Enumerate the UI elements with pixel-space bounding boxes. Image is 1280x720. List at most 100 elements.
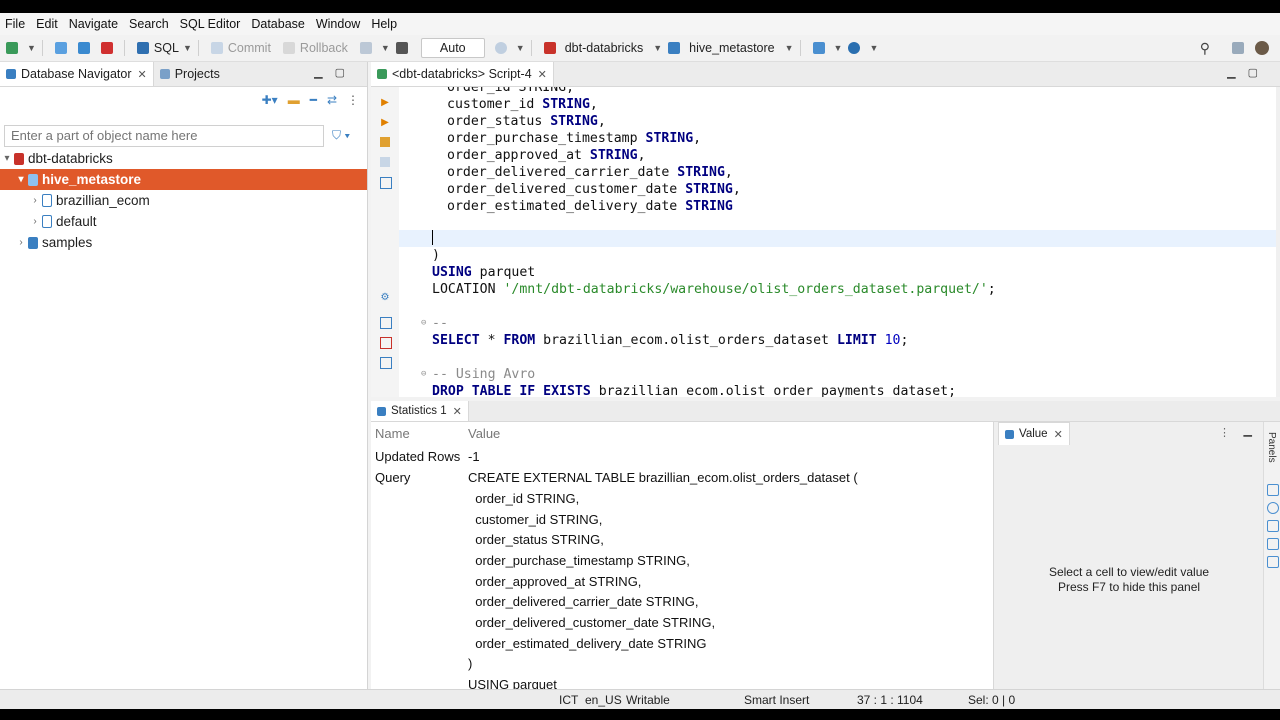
code-line: LOCATION '/mnt/dbt-databricks/warehouse/… xyxy=(432,282,996,297)
reconnect-button[interactable] xyxy=(77,42,95,54)
link-editor-icon[interactable]: ⇄ xyxy=(327,93,337,107)
query-line: order_estimated_delivery_date STRING xyxy=(468,636,707,651)
tab-script-4[interactable]: <dbt-databricks> Script-4 ✕ xyxy=(371,62,554,86)
panel-icon[interactable] xyxy=(1267,520,1279,532)
editor-window-controls[interactable]: ▁▢ xyxy=(1227,66,1270,79)
database-navigator-panel: Database Navigator ✕ Projects ▁▢ ✚▾ ▬ ━ … xyxy=(0,62,368,709)
rollback-icon xyxy=(282,42,295,54)
code-area[interactable]: order_id STRING, customer_id STRING, ord… xyxy=(399,87,1277,397)
close-icon[interactable]: ✕ xyxy=(453,405,462,418)
panel-icon[interactable] xyxy=(1267,556,1279,568)
tree-node-samples[interactable]: › samples xyxy=(0,232,367,253)
query-line: ) xyxy=(468,656,473,671)
menu-edit[interactable]: Edit xyxy=(31,17,64,31)
tab-database-navigator[interactable]: Database Navigator ✕ xyxy=(0,62,154,86)
panel-icon[interactable] xyxy=(1267,502,1279,514)
panels-toggle[interactable]: Panels xyxy=(1266,432,1277,463)
menu-window[interactable]: Window xyxy=(311,17,366,31)
fold-icon[interactable]: ⊖ xyxy=(421,315,426,332)
tree-node-hive-metastore[interactable]: ▾ hive_metastore xyxy=(0,169,367,190)
dashboard-button[interactable]: ▼ xyxy=(812,42,842,54)
new-folder-icon[interactable]: ▬ xyxy=(288,93,300,107)
code-line: DROP TABLE IF EXISTS brazillian_ecom.oli… xyxy=(432,384,957,397)
tab-value[interactable]: Value ✕ xyxy=(998,422,1070,445)
tab-label: Statistics 1 xyxy=(391,405,447,417)
active-catalog-selector[interactable]: hive_metastore ▼ xyxy=(668,41,794,55)
chevron-right-icon[interactable]: › xyxy=(28,216,42,227)
export-icon[interactable] xyxy=(380,317,392,329)
query-line: CREATE EXTERNAL TABLE brazillian_ecom.ol… xyxy=(468,470,858,485)
stat-name[interactable]: Query xyxy=(375,470,410,485)
sql-editor-button[interactable]: SQL ▼ xyxy=(136,41,192,55)
execute-statement-icon[interactable]: ▶ xyxy=(380,97,390,108)
history-button[interactable]: ▼ xyxy=(494,42,525,54)
load-plan-icon[interactable] xyxy=(380,157,390,167)
editor-scrollbar[interactable] xyxy=(1276,87,1280,397)
tree-node-schema[interactable]: › default xyxy=(0,211,367,232)
filter-icon[interactable]: ⛉ ▾ xyxy=(332,128,350,143)
execute-script-icon[interactable]: ▶ xyxy=(380,117,390,128)
new-connection-icon[interactable]: ✚▾ xyxy=(262,93,278,107)
menu-help[interactable]: Help xyxy=(366,17,403,31)
more-menu-icon[interactable]: ⋮ xyxy=(1219,426,1230,439)
close-icon[interactable]: ✕ xyxy=(1054,428,1063,441)
panel-icon[interactable] xyxy=(1267,538,1279,550)
search-tool-button[interactable]: ▼ xyxy=(848,42,878,54)
value-hint: Press F7 to hide this panel xyxy=(1057,580,1201,594)
lock-button[interactable] xyxy=(395,42,413,54)
tab-statistics-1[interactable]: Statistics 1 ✕ xyxy=(371,401,469,421)
navigator-icon xyxy=(6,69,16,79)
dbeaver-perspective-button[interactable] xyxy=(1255,41,1274,55)
stat-value[interactable]: -1 xyxy=(468,449,480,464)
tab-projects[interactable]: Projects xyxy=(154,62,226,86)
status-selection: Sel: 0 | 0 xyxy=(968,693,1016,707)
format-icon[interactable] xyxy=(380,357,392,369)
settings-icon[interactable]: ⚙ xyxy=(380,292,390,303)
tab-label: Database Navigator xyxy=(21,67,132,81)
object-filter-input[interactable] xyxy=(5,126,317,144)
import-icon[interactable] xyxy=(380,337,392,349)
database-icon xyxy=(28,173,38,186)
close-icon[interactable]: ✕ xyxy=(538,68,547,81)
statistics-icon xyxy=(377,406,386,416)
menu-navigate[interactable]: Navigate xyxy=(64,17,124,31)
script-icon xyxy=(377,69,387,79)
chevron-down-icon: ▼ xyxy=(784,43,794,53)
rollback-button[interactable]: Rollback xyxy=(282,41,348,55)
commit-button[interactable]: Commit xyxy=(210,41,271,55)
new-connection-button[interactable]: ▼ xyxy=(6,42,36,54)
chevron-down-icon[interactable]: ▾ xyxy=(0,153,14,164)
code-comment: -- Using Avro xyxy=(432,367,536,382)
menu-search[interactable]: Search xyxy=(124,17,175,31)
chevron-right-icon[interactable]: › xyxy=(14,237,28,248)
global-search-button[interactable]: ⚲ xyxy=(1200,40,1210,57)
minimize-icon[interactable]: ▁ xyxy=(1244,424,1252,437)
close-icon[interactable]: ✕ xyxy=(137,68,146,81)
panel-icon[interactable] xyxy=(1267,484,1279,496)
disconnect-button[interactable] xyxy=(100,42,118,54)
chevron-right-icon[interactable]: › xyxy=(28,195,42,206)
code-text: order_id STRING, xyxy=(447,87,575,95)
tree-node-schema[interactable]: › brazillian_ecom xyxy=(0,190,367,211)
menu-file[interactable]: File xyxy=(0,17,31,31)
menu-sql-editor[interactable]: SQL Editor xyxy=(175,17,247,31)
stat-name[interactable]: Updated Rows xyxy=(375,449,460,464)
code-line: order_approved_at STRING, xyxy=(447,148,646,163)
collapse-all-icon[interactable]: ━ xyxy=(310,93,317,107)
menu-database[interactable]: Database xyxy=(246,17,311,31)
console-icon[interactable] xyxy=(380,177,392,189)
commit-mode-selector[interactable]: Auto xyxy=(420,38,485,58)
tree-node-connection[interactable]: ▾ dbt-databricks xyxy=(0,148,367,169)
panel-window-controls[interactable]: ▁▢ xyxy=(314,66,357,79)
explain-plan-icon[interactable] xyxy=(380,137,390,147)
sql-icon xyxy=(136,42,149,54)
chevron-down-icon[interactable]: ▾ xyxy=(14,174,28,185)
code-line: order_delivered_customer_date STRING, xyxy=(447,182,741,197)
object-filter xyxy=(4,125,324,147)
connect-button[interactable] xyxy=(54,42,72,54)
active-connection-selector[interactable]: dbt-databricks ▼ xyxy=(543,41,662,55)
perspective-button[interactable] xyxy=(1232,42,1249,54)
more-menu-icon[interactable]: ⋮ xyxy=(347,93,359,107)
fold-icon[interactable]: ⊖ xyxy=(421,366,426,383)
transaction-mode-button[interactable]: ▼ xyxy=(359,42,390,54)
